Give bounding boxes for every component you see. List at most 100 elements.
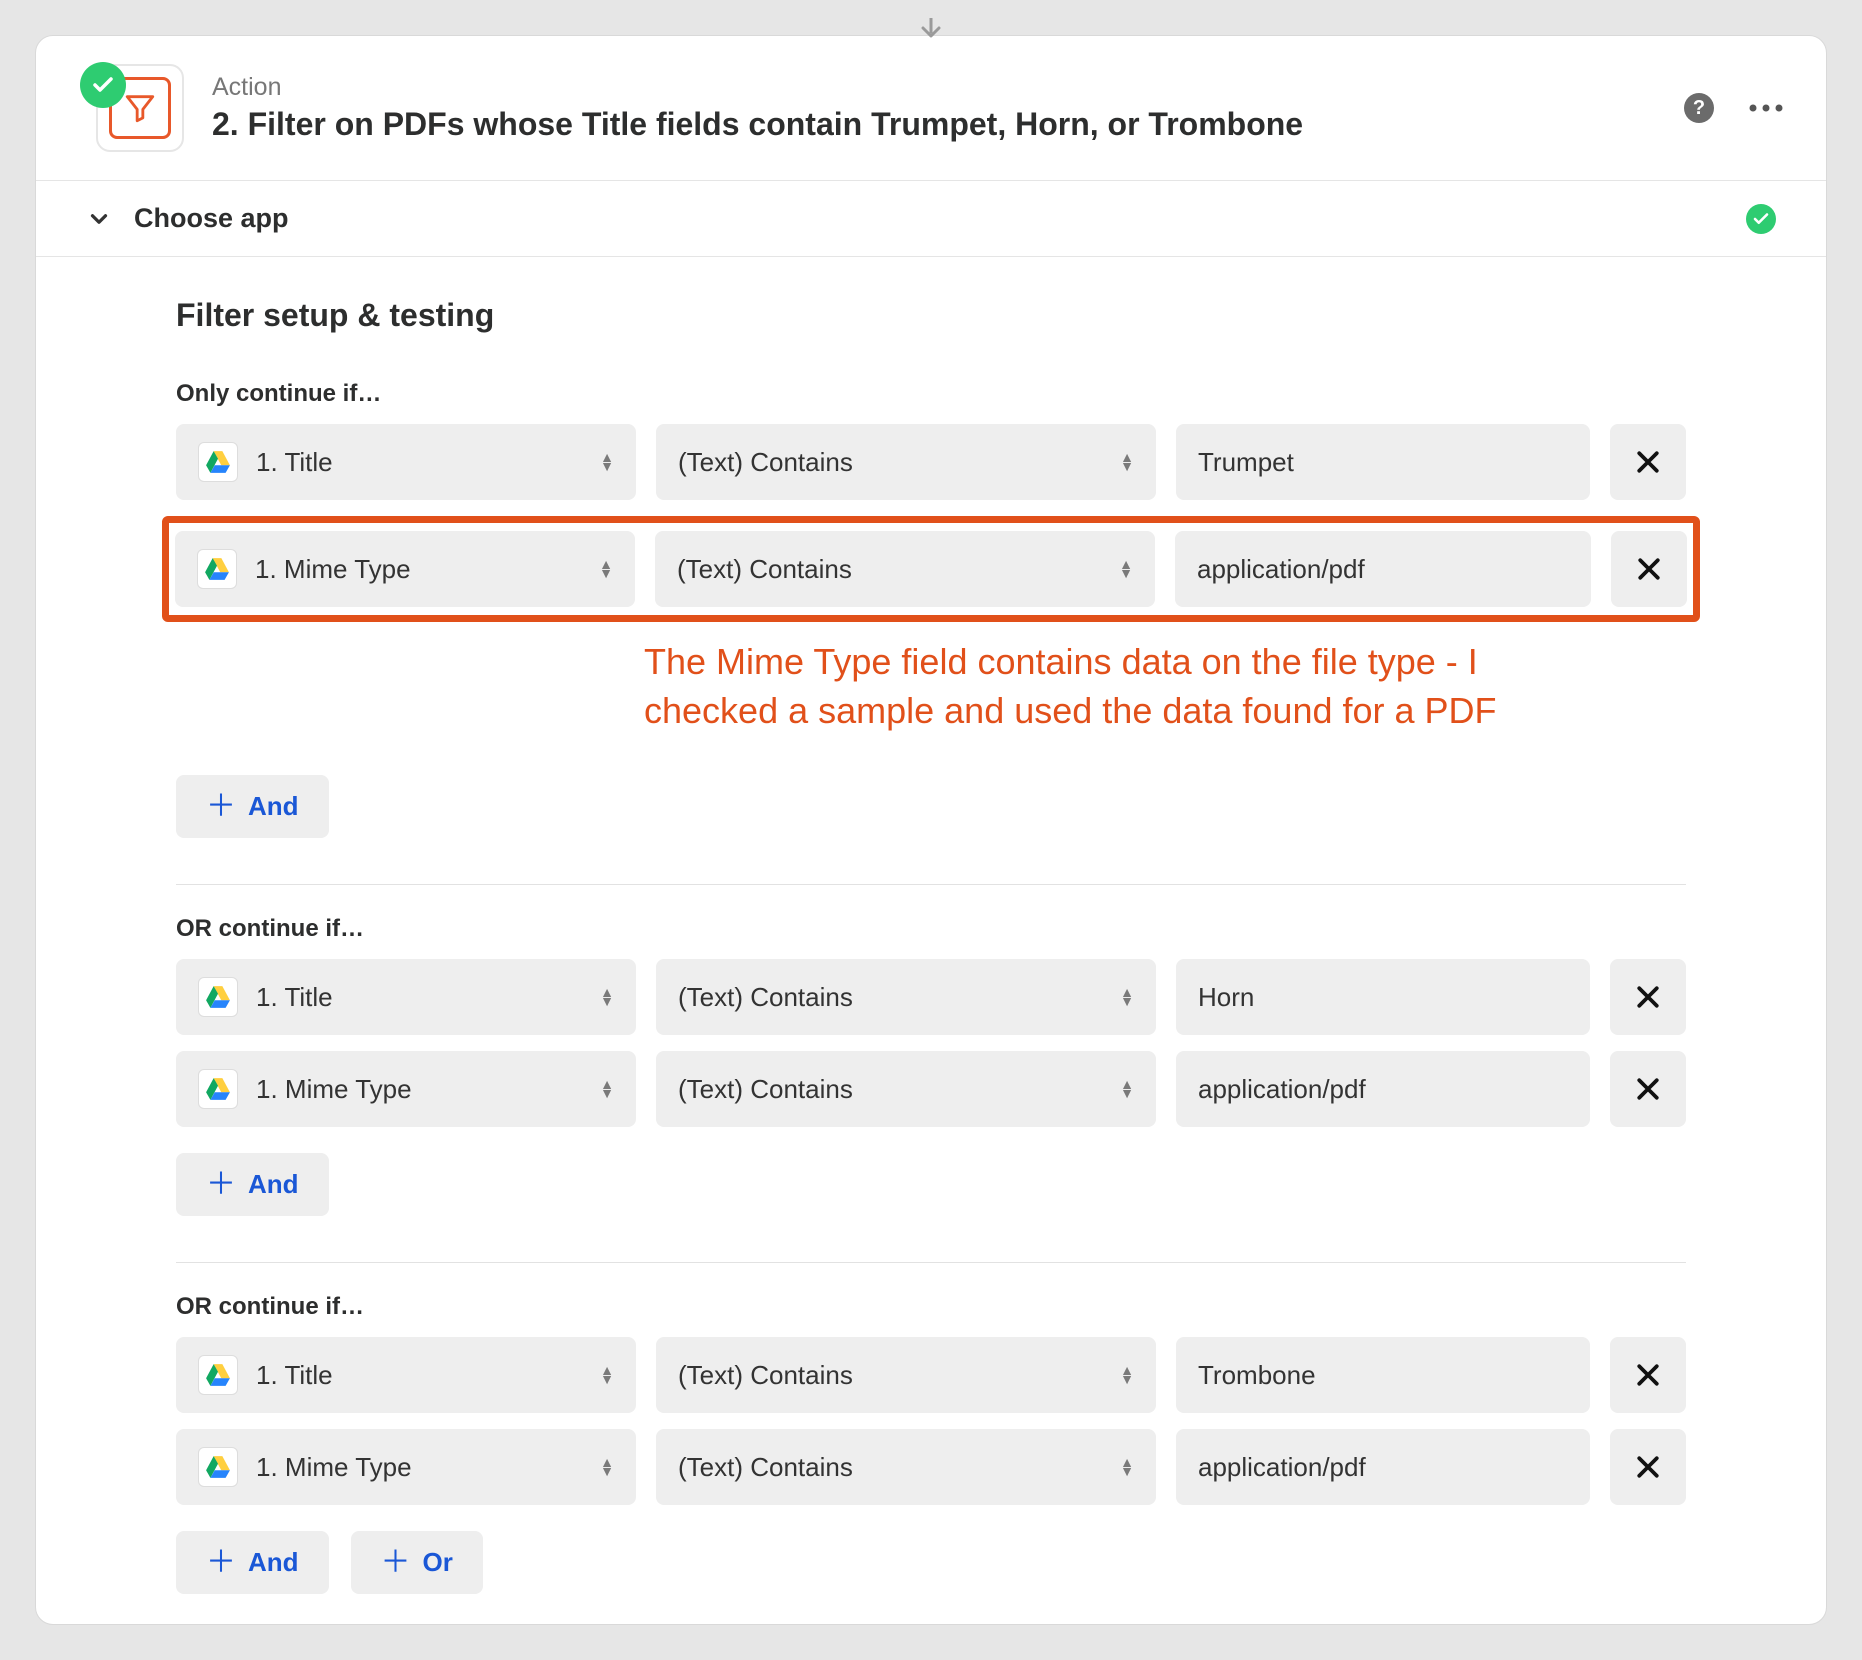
add-and-button[interactable]: ＋ And [176, 775, 329, 838]
value-text: Trombone [1198, 1360, 1316, 1391]
operator-selector[interactable]: (Text) Contains ▲▼ [656, 1429, 1156, 1505]
operator-selector[interactable]: (Text) Contains ▲▼ [655, 531, 1155, 607]
operator-selector[interactable]: (Text) Contains ▲▼ [656, 1051, 1156, 1127]
field-label: 1. Mime Type [256, 1074, 412, 1105]
choose-app-section[interactable]: Choose app [36, 180, 1826, 257]
group-divider [176, 1262, 1686, 1263]
status-complete-icon [80, 62, 126, 108]
filter-setup-body: Filter setup & testing Only continue if…… [36, 257, 1826, 1624]
sort-icon: ▲▼ [1120, 1080, 1134, 1098]
sort-icon: ▲▼ [600, 453, 614, 471]
sort-icon: ▲▼ [1120, 453, 1134, 471]
filter-rule-row: 1. Mime Type ▲▼ (Text) Contains ▲▼ applicati… [176, 1429, 1686, 1505]
sort-icon: ▲▼ [1119, 560, 1133, 578]
operator-label: (Text) Contains [678, 982, 853, 1013]
operator-label: (Text) Contains [678, 1074, 853, 1105]
remove-rule-button[interactable] [1610, 1429, 1686, 1505]
group-label: Only continue if… [176, 380, 1686, 408]
operator-label: (Text) Contains [678, 447, 853, 478]
action-label: Action [212, 73, 1656, 102]
google-drive-icon [198, 442, 238, 482]
google-drive-icon [198, 1069, 238, 1109]
field-selector[interactable]: 1. Mime Type ▲▼ [176, 1429, 636, 1505]
action-card: Action 2. Filter on PDFs whose Title fie… [35, 35, 1827, 1625]
or-label: Or [423, 1547, 453, 1578]
add-and-button[interactable]: ＋ And [176, 1153, 329, 1216]
operator-label: (Text) Contains [678, 1452, 853, 1483]
google-drive-icon [198, 1447, 238, 1487]
value-input[interactable]: Horn [1176, 959, 1590, 1035]
field-selector[interactable]: 1. Title ▲▼ [176, 1337, 636, 1413]
value-text: Trumpet [1198, 447, 1294, 478]
section-complete-icon [1746, 204, 1776, 234]
value-input[interactable]: application/pdf [1176, 1429, 1590, 1505]
plus-icon: ＋ [381, 1555, 411, 1570]
remove-rule-button[interactable] [1610, 424, 1686, 500]
sort-icon: ▲▼ [599, 560, 613, 578]
field-selector[interactable]: 1. Mime Type ▲▼ [175, 531, 635, 607]
sort-icon: ▲▼ [1120, 1458, 1134, 1476]
group-divider [176, 884, 1686, 885]
sort-icon: ▲▼ [600, 1080, 614, 1098]
and-label: And [248, 1547, 299, 1578]
filter-rule-row: 1. Mime Type ▲▼ (Text) Contains ▲▼ applicati… [175, 531, 1687, 607]
value-text: application/pdf [1198, 1074, 1366, 1105]
google-drive-icon [198, 977, 238, 1017]
filter-rule-row: 1. Title ▲▼ (Text) Contains ▲▼ Trombone [176, 1337, 1686, 1413]
operator-selector[interactable]: (Text) Contains ▲▼ [656, 959, 1156, 1035]
sort-icon: ▲▼ [600, 1458, 614, 1476]
annotation-text: The Mime Type field contains data on the… [644, 638, 1524, 735]
field-selector[interactable]: 1. Title ▲▼ [176, 424, 636, 500]
flow-arrow-icon [918, 18, 944, 40]
and-label: And [248, 791, 299, 822]
field-label: 1. Mime Type [256, 1452, 412, 1483]
value-input[interactable]: application/pdf [1176, 1051, 1590, 1127]
filter-rule-row: 1. Title ▲▼ (Text) Contains ▲▼ Trumpet [176, 424, 1686, 500]
sort-icon: ▲▼ [600, 1366, 614, 1384]
field-selector[interactable]: 1. Title ▲▼ [176, 959, 636, 1035]
field-label: 1. Mime Type [255, 554, 411, 585]
plus-icon: ＋ [206, 1555, 236, 1570]
field-label: 1. Title [256, 982, 333, 1013]
choose-app-label: Choose app [134, 203, 289, 234]
value-text: application/pdf [1197, 554, 1365, 585]
field-label: 1. Title [256, 1360, 333, 1391]
filter-rule-row: 1. Title ▲▼ (Text) Contains ▲▼ Horn [176, 959, 1686, 1035]
add-or-button[interactable]: ＋ Or [351, 1531, 483, 1594]
plus-icon: ＋ [206, 1177, 236, 1192]
operator-selector[interactable]: (Text) Contains ▲▼ [656, 424, 1156, 500]
field-label: 1. Title [256, 447, 333, 478]
card-header: Action 2. Filter on PDFs whose Title fie… [36, 36, 1826, 180]
remove-rule-button[interactable] [1611, 531, 1687, 607]
value-text: Horn [1198, 982, 1254, 1013]
value-text: application/pdf [1198, 1452, 1366, 1483]
header-text: Action 2. Filter on PDFs whose Title fie… [212, 73, 1656, 143]
chevron-down-icon [86, 206, 112, 232]
value-input[interactable]: application/pdf [1175, 531, 1591, 607]
value-input[interactable]: Trumpet [1176, 424, 1590, 500]
operator-label: (Text) Contains [678, 1360, 853, 1391]
sort-icon: ▲▼ [1120, 1366, 1134, 1384]
action-title: 2. Filter on PDFs whose Title fields con… [212, 106, 1656, 143]
group-label: OR continue if… [176, 915, 1686, 943]
field-selector[interactable]: 1. Mime Type ▲▼ [176, 1051, 636, 1127]
group-label: OR continue if… [176, 1293, 1686, 1321]
plus-icon: ＋ [206, 799, 236, 814]
value-input[interactable]: Trombone [1176, 1337, 1590, 1413]
sort-icon: ▲▼ [600, 988, 614, 1006]
google-drive-icon [198, 1355, 238, 1395]
add-and-button[interactable]: ＋ And [176, 1531, 329, 1594]
and-label: And [248, 1169, 299, 1200]
google-drive-icon [197, 549, 237, 589]
operator-selector[interactable]: (Text) Contains ▲▼ [656, 1337, 1156, 1413]
operator-label: (Text) Contains [677, 554, 852, 585]
remove-rule-button[interactable] [1610, 1051, 1686, 1127]
filter-rule-row: 1. Mime Type ▲▼ (Text) Contains ▲▼ applicati… [176, 1051, 1686, 1127]
remove-rule-button[interactable] [1610, 959, 1686, 1035]
help-icon[interactable]: ? [1684, 93, 1714, 123]
annotation-highlight: 1. Mime Type ▲▼ (Text) Contains ▲▼ applicati… [162, 516, 1700, 622]
remove-rule-button[interactable] [1610, 1337, 1686, 1413]
sort-icon: ▲▼ [1120, 988, 1134, 1006]
more-menu-icon[interactable] [1748, 103, 1784, 113]
setup-title: Filter setup & testing [176, 297, 1686, 334]
